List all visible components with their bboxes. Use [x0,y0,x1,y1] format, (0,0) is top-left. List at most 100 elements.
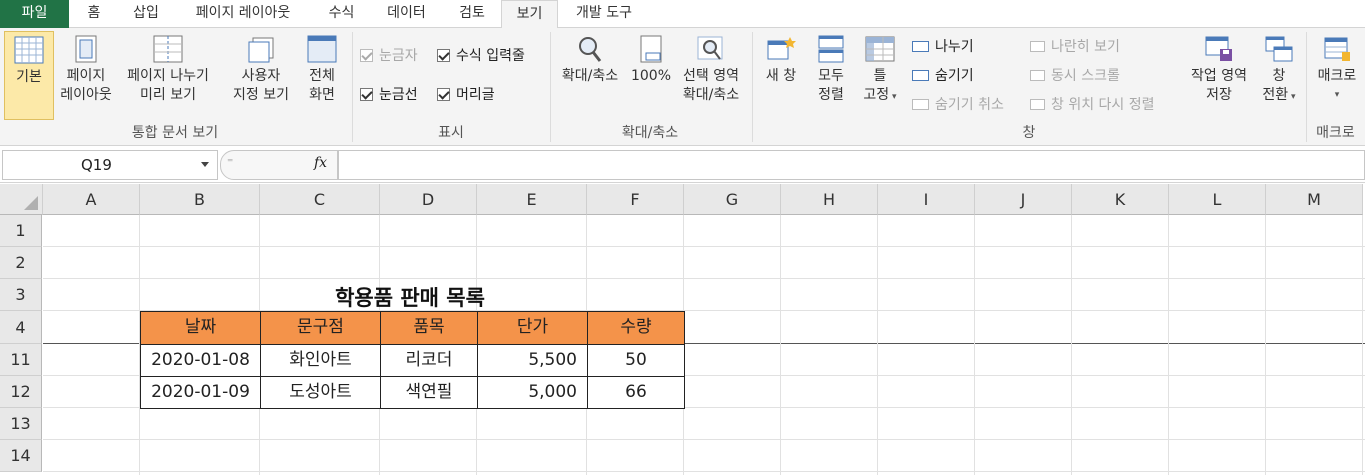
more-options-icon[interactable]: ⁼ [227,155,233,169]
unhide-label: 숨기기 취소 [935,97,1004,113]
arrange-all-button[interactable]: 모두 정렬 [810,35,852,105]
split-button[interactable]: 나누기 [912,38,974,56]
table-cell[interactable]: 화인아트 [260,344,381,377]
tab-file[interactable]: 파일 [0,0,69,28]
full-screen-icon [307,35,337,63]
worksheet-grid[interactable]: ABCDEFGHIJKLM 1 2 3 4 11 12 13 14 학용품 판매 목록 날짜 문… [0,184,1365,475]
page-layout-view-button[interactable]: 페이지 레이아웃 [56,35,116,105]
table-cell[interactable]: 도성아트 [260,376,381,409]
select-all-triangle-icon [24,196,38,210]
column-gridline [1071,215,1072,475]
sheet-title[interactable]: 학용품 판매 목록 [260,282,560,314]
column-header[interactable]: J [975,184,1072,215]
column-header[interactable]: M [1266,184,1363,215]
zoom-selection-label-1: 선택 영역 [683,68,739,84]
normal-view-button[interactable]: 기본 [4,31,54,120]
macros-icon [1324,37,1350,61]
formula-input[interactable] [338,150,1365,180]
ruler-checkbox[interactable]: 눈금자 [360,47,418,65]
zoom-selection-icon [697,36,723,60]
zoom-to-selection-button[interactable]: 선택 영역 확대/축소 [676,35,746,105]
arrange-all-label-1: 모두 [818,68,844,84]
column-header[interactable]: B [140,184,260,215]
column-header[interactable]: C [260,184,380,215]
row-header[interactable]: 2 [0,247,42,279]
hide-button[interactable]: 숨기기 [912,67,974,85]
column-header[interactable]: G [684,184,781,215]
table-cell[interactable]: 2020-01-08 [140,344,261,377]
tab-view[interactable]: 보기 [501,0,558,29]
zoom-button[interactable]: 확대/축소 [556,35,624,86]
column-header[interactable]: I [878,184,975,215]
tab-data[interactable]: 데이터 [370,0,443,28]
row-header[interactable]: 3 [0,279,42,311]
headings-checkbox[interactable]: 머리글 [437,86,495,104]
page-break-label-2: 미리 보기 [140,87,196,103]
column-header[interactable]: D [380,184,477,215]
row-header[interactable]: 11 [0,344,42,376]
column-header[interactable]: E [477,184,587,215]
tab-page-layout[interactable]: 페이지 레이아웃 [173,0,313,28]
tab-insert[interactable]: 삽입 [119,0,173,28]
dropdown-arrow-icon: ▾ [1288,92,1296,102]
checkbox-box [437,88,450,101]
table-header-cell[interactable]: 품목 [380,311,478,345]
column-header[interactable]: A [43,184,140,215]
zoom-100-button[interactable]: 100% [628,35,674,86]
row-header[interactable]: 1 [0,215,42,247]
table-header-cell[interactable]: 문구점 [260,311,381,345]
gridlines-label: 눈금선 [379,87,418,103]
table-cell[interactable]: 색연필 [380,376,478,409]
table-header-cell[interactable]: 날짜 [140,311,261,345]
column-gridline [1168,215,1169,475]
switch-windows-label-text: 전환 [1262,87,1289,103]
name-box-dropdown-icon[interactable] [201,162,209,167]
gridlines-checkbox[interactable]: 눈금선 [360,86,418,104]
table-cell[interactable]: 5,000 [477,376,588,409]
select-all-corner[interactable] [0,184,43,215]
table-cell[interactable]: 리코더 [380,344,478,377]
table-header-cell[interactable]: 수량 [587,311,685,345]
formula-bar-checkbox[interactable]: 수식 입력줄 [437,47,525,65]
unhide-button[interactable]: 숨기기 취소 [912,96,1004,114]
freeze-panes-icon [865,36,895,62]
table-cell[interactable]: 66 [587,376,685,409]
new-window-label: 새 창 [765,68,797,84]
column-gridline [974,215,975,475]
row-header[interactable]: 14 [0,440,42,472]
tab-formulas[interactable]: 수식 [313,0,370,28]
tab-developer[interactable]: 개발 도구 [558,0,650,28]
reset-window-position-button[interactable]: 창 위치 다시 정렬 [1030,96,1155,114]
table-cell[interactable]: 2020-01-09 [140,376,261,409]
table-header-cell[interactable]: 단가 [477,311,588,345]
checkbox-box [360,88,373,101]
page-break-preview-button[interactable]: 페이지 나누기 미리 보기 [118,35,218,105]
new-window-button[interactable]: 새 창 [758,35,804,86]
switch-windows-label-1: 창 [1272,68,1286,84]
tab-home[interactable]: 홈 [69,0,119,28]
column-header[interactable]: F [587,184,684,215]
view-side-by-side-button[interactable]: 나란히 보기 [1030,38,1120,56]
sync-scroll-button[interactable]: 동시 스크롤 [1030,67,1120,85]
table-cell[interactable]: 50 [587,344,685,377]
row-header[interactable]: 4 [0,311,42,344]
switch-windows-button[interactable]: 창 전환 ▾ [1256,35,1302,107]
save-workspace-button[interactable]: 작업 영역 저장 [1184,35,1254,105]
row-header[interactable]: 13 [0,408,42,440]
reset-position-icon [1030,99,1045,110]
macros-button[interactable]: 매크로 ▾ [1312,35,1362,105]
full-screen-label-1: 전체 [309,68,335,84]
name-box[interactable]: Q19 [2,150,218,180]
custom-views-button[interactable]: 사용자 지정 보기 [226,35,296,105]
tab-review[interactable]: 검토 [443,0,501,28]
full-screen-button[interactable]: 전체 화면 [298,35,346,105]
freeze-panes-button[interactable]: 틀 고정 ▾ [856,35,904,107]
column-header[interactable]: H [781,184,878,215]
freeze-label-1: 틀 [873,68,887,84]
insert-function-icon[interactable]: fx [314,155,327,171]
row-gridline [43,278,1365,279]
table-cell[interactable]: 5,500 [477,344,588,377]
row-header[interactable]: 12 [0,376,42,408]
column-header[interactable]: K [1072,184,1169,215]
column-header[interactable]: L [1169,184,1266,215]
